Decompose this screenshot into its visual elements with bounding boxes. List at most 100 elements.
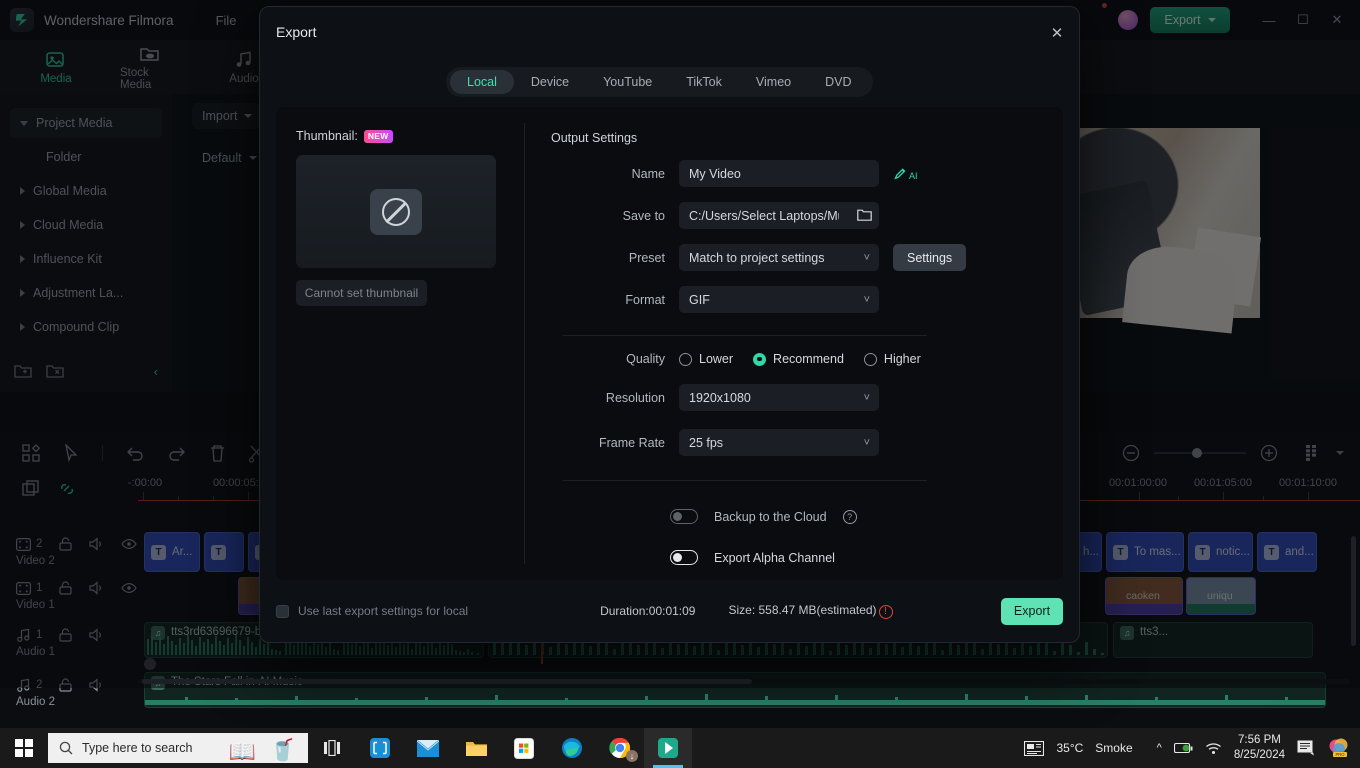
file-explorer-icon[interactable] <box>452 728 500 768</box>
save-to-label: Save to <box>622 208 665 223</box>
taskbar-clock[interactable]: 7:56 PM 8/25/2024 <box>1234 733 1285 763</box>
clock-date: 8/25/2024 <box>1233 749 1285 761</box>
no-image-icon <box>370 188 422 235</box>
quality-option-label: Recommend <box>773 352 844 366</box>
search-input[interactable]: Type here to search 📖 🥤 <box>48 733 308 763</box>
weather-temp[interactable]: 35°C <box>1056 741 1083 755</box>
use-last-settings-label: Use last export settings for local <box>298 604 469 618</box>
weather-condition[interactable]: Smoke <box>1095 741 1132 755</box>
toggles-divider <box>563 480 927 481</box>
tab-device[interactable]: Device <box>514 70 586 94</box>
size-text-wrap: Size: 558.47 MB(estimated)! <box>728 603 893 619</box>
radio-icon <box>679 352 692 366</box>
chevron-down-icon: ˅ <box>863 391 870 404</box>
chevron-down-icon: ˅ <box>863 251 870 264</box>
show-hidden-icons-icon[interactable]: ^ <box>1157 742 1162 754</box>
radio-icon <box>863 352 877 366</box>
settings-divider <box>563 335 927 336</box>
search-placeholder: Type here to search <box>82 741 193 755</box>
frame-rate-value: 25 fps <box>689 435 724 450</box>
resolution-value: 1920x1080 <box>689 390 751 405</box>
news-weather-icon[interactable] <box>1024 740 1045 756</box>
thumbnail-preview[interactable] <box>296 155 496 268</box>
preset-label: Preset <box>628 250 665 265</box>
export-confirm-button[interactable]: Export <box>1001 597 1063 625</box>
search-icon <box>59 741 73 755</box>
thumbnail-label: Thumbnail: <box>296 129 358 143</box>
preset-value: Match to project settings <box>689 250 825 265</box>
name-value: My Video <box>689 166 741 181</box>
export-target-tabs: Local Device YouTube TikTok Vimeo DVD <box>446 67 873 97</box>
quality-option-label: Lower <box>699 352 734 366</box>
radio-icon-selected <box>753 352 767 366</box>
store-icon[interactable] <box>500 728 548 768</box>
frame-rate-label: Frame Rate <box>599 435 665 450</box>
resolution-label: Resolution <box>605 390 665 405</box>
tab-dvd[interactable]: DVD <box>808 70 868 94</box>
cannot-set-thumbnail-button: Cannot set thumbnail <box>296 280 427 306</box>
preset-dropdown[interactable]: Match to project settings ˅ <box>679 244 879 271</box>
save-to-input[interactable]: C:/Users/Select Laptops/Musi <box>679 202 879 229</box>
download-badge-icon: ↓ <box>626 750 638 762</box>
quality-option-label: Higher <box>883 352 921 366</box>
notifications-icon[interactable] <box>1297 740 1316 756</box>
quality-option-lower[interactable]: Lower <box>679 352 733 366</box>
dialog-title: Export <box>276 24 317 40</box>
chrome-icon[interactable]: ↓ <box>596 728 644 768</box>
new-badge: NEW <box>363 129 393 143</box>
task-view-icon[interactable] <box>308 728 356 768</box>
name-input[interactable]: My Video <box>679 160 879 187</box>
cortana-illustration-icon: 📖 <box>228 739 256 763</box>
question-icon[interactable]: ? <box>842 509 857 524</box>
quality-option-higher[interactable]: Higher <box>863 352 921 366</box>
backup-to-cloud-label: Backup to the Cloud <box>714 509 827 524</box>
export-alpha-channel-label: Export Alpha Channel <box>714 550 835 565</box>
size-text: Size: 558.47 MB(estimated) <box>728 603 877 618</box>
svg-text:PRO: PRO <box>1335 752 1345 757</box>
backup-to-cloud-toggle[interactable] <box>670 509 698 524</box>
clock-time: 7:56 PM <box>1238 734 1281 746</box>
name-label: Name <box>631 166 665 181</box>
thumbnail-section: Thumbnail: NEW Cannot set thumbnail <box>276 107 524 580</box>
ai-label: AI <box>909 171 918 181</box>
save-to-value: C:/Users/Select Laptops/Musi <box>689 208 839 223</box>
chevron-down-icon: ˅ <box>863 436 870 449</box>
frame-rate-dropdown[interactable]: 25 fps ˅ <box>679 429 879 456</box>
warning-icon[interactable]: ! <box>878 604 893 619</box>
tab-tiktok[interactable]: TikTok <box>669 70 739 94</box>
settings-button[interactable]: Settings <box>893 244 967 271</box>
duration-text: Duration:00:01:09 <box>600 604 696 618</box>
filmora-icon[interactable] <box>644 728 692 768</box>
mail-icon[interactable] <box>404 728 452 768</box>
quality-label: Quality <box>626 352 665 366</box>
resolution-dropdown[interactable]: 1920x1080 ˅ <box>679 384 879 411</box>
battery-icon[interactable] <box>1173 742 1193 755</box>
track-name: Audio 2 <box>16 696 56 708</box>
ai-pen-icon[interactable]: AI <box>893 166 918 181</box>
format-dropdown[interactable]: GIF ˅ <box>679 286 879 313</box>
backup-to-cloud-row: Backup to the Cloud ? <box>670 509 1063 524</box>
export-alpha-channel-toggle[interactable] <box>670 550 698 565</box>
output-settings-title: Output Settings <box>551 131 638 145</box>
widgets-icon[interactable] <box>356 728 404 768</box>
export-alpha-channel-row: Export Alpha Channel <box>670 550 1063 565</box>
edge-icon[interactable] <box>548 728 596 768</box>
tab-youtube[interactable]: YouTube <box>586 70 669 94</box>
format-value: GIF <box>689 292 710 307</box>
format-label: Format <box>625 292 665 307</box>
tab-local[interactable]: Local <box>450 70 514 94</box>
audio-waveform <box>145 694 1325 705</box>
windows-taskbar: Type here to search 📖 🥤 ↓ 35°C Smoke ^ 7… <box>0 728 1360 768</box>
pro-app-icon[interactable]: PRO <box>1328 738 1350 758</box>
close-icon[interactable]: ✕ <box>1045 21 1069 45</box>
tab-vimeo[interactable]: Vimeo <box>739 70 808 94</box>
folder-icon[interactable] <box>857 208 872 224</box>
export-dialog: Export ✕ Local Device YouTube TikTok Vim… <box>259 6 1080 643</box>
quality-option-recommend[interactable]: Recommend <box>753 352 844 366</box>
bottle-illustration-icon: 🥤 <box>269 739 296 762</box>
dialog-footer: Use last export settings for local Durat… <box>276 594 1063 628</box>
output-settings-section: Output Settings Name My Video AI Save to… <box>525 107 1063 580</box>
windows-start-icon[interactable] <box>0 728 48 768</box>
use-last-settings-checkbox[interactable] <box>276 604 289 618</box>
wifi-icon[interactable] <box>1205 742 1222 755</box>
